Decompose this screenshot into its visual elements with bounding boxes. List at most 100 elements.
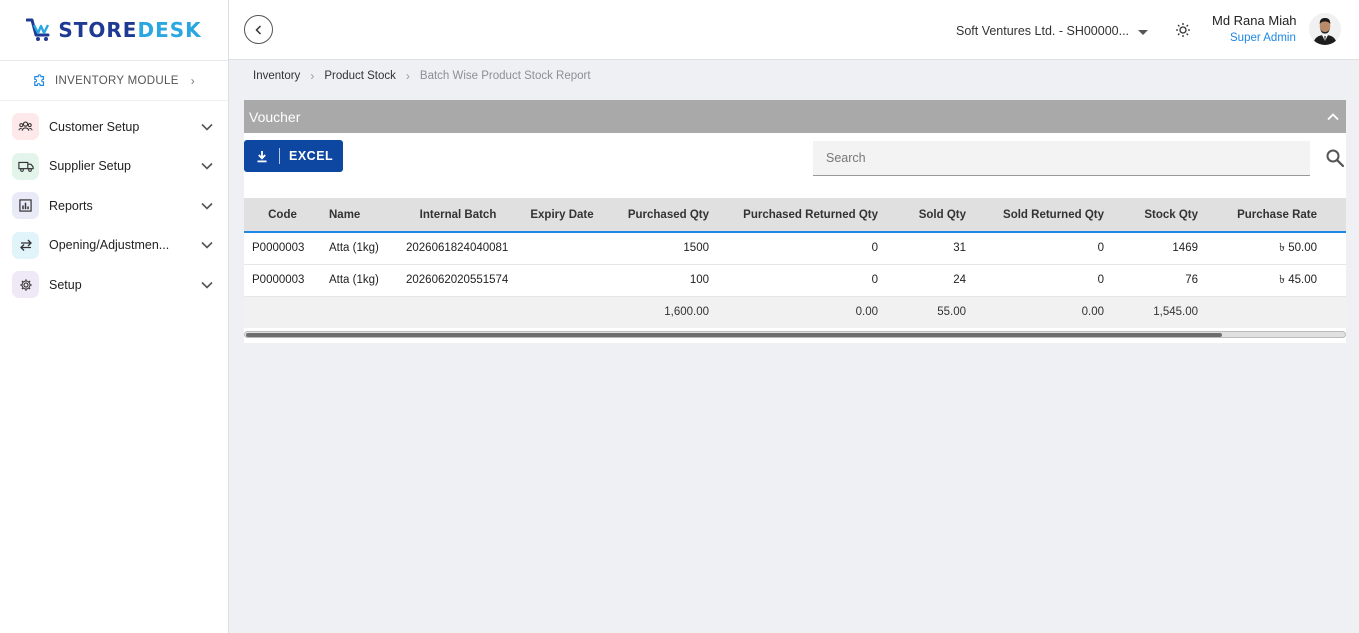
swap-icon bbox=[12, 231, 39, 259]
sidebar-item-reports[interactable]: Reports bbox=[0, 186, 228, 226]
sidebar-item-label: Opening/Adjustmen... bbox=[49, 238, 170, 253]
cell-stock-qty: 1469 bbox=[1172, 242, 1198, 255]
voucher-card: Voucher EXCEL Code Name Internal Batch E… bbox=[244, 100, 1346, 343]
cell-spacer bbox=[1325, 232, 1346, 264]
column-header-sold-returned-qty[interactable]: Sold Returned Qty bbox=[974, 198, 1112, 232]
user-name: Md Rana Miah bbox=[1212, 13, 1297, 28]
sidebar-item-label: Reports bbox=[49, 198, 93, 213]
card-title: Voucher bbox=[249, 108, 301, 125]
breadcrumb: Inventory › Product Stock › Batch Wise P… bbox=[253, 69, 591, 83]
cell-expiry-date bbox=[518, 264, 606, 296]
column-header-sold-qty[interactable]: Sold Qty bbox=[886, 198, 974, 232]
gear-icon bbox=[12, 271, 39, 299]
logo-area: STOREDESK bbox=[0, 0, 228, 61]
excel-label: EXCEL bbox=[289, 149, 334, 163]
sidebar: STOREDESK INVENTORY MODULE › Customer Se… bbox=[0, 0, 229, 633]
table-row[interactable]: P0000003 Atta (1kg) 2026062020551574 100… bbox=[244, 264, 1346, 296]
sidebar-item-supplier-setup[interactable]: Supplier Setup bbox=[0, 147, 228, 187]
breadcrumb-current: Batch Wise Product Stock Report bbox=[419, 70, 591, 82]
column-header-name[interactable]: Name bbox=[321, 198, 398, 232]
search-input[interactable] bbox=[813, 141, 1310, 176]
caret-down-icon[interactable] bbox=[1138, 30, 1148, 35]
chevron-down-icon bbox=[200, 199, 214, 213]
column-header-purchased-qty[interactable]: Purchased Qty bbox=[606, 198, 717, 232]
column-header-purchase-rate[interactable]: Purchase Rate bbox=[1206, 198, 1325, 232]
avatar[interactable] bbox=[1309, 13, 1341, 45]
cell-purchased-returned-qty: 0 bbox=[871, 242, 878, 255]
cell-sold-returned-qty: 0 bbox=[1097, 242, 1104, 255]
cell-purchase-rate: ৳ 50.00 bbox=[1279, 241, 1317, 254]
chevron-down-icon bbox=[200, 159, 214, 173]
column-header-purchased-returned-qty[interactable]: Purchased Returned Qty bbox=[717, 198, 886, 232]
cell-purchase-rate: ৳ 45.00 bbox=[1279, 273, 1317, 286]
excel-export-button[interactable]: EXCEL bbox=[244, 140, 343, 172]
chevron-left-icon bbox=[254, 24, 261, 35]
cell-internal-batch: 2026061824040081 bbox=[406, 242, 509, 255]
chevron-right-icon: › bbox=[405, 69, 410, 83]
table-header-row: Code Name Internal Batch Expiry Date Pur… bbox=[244, 198, 1346, 232]
cell-code: P0000003 bbox=[252, 274, 305, 286]
cell-spacer bbox=[1325, 264, 1346, 296]
table-row[interactable]: P0000003 Atta (1kg) 2026061824040081 150… bbox=[244, 232, 1346, 264]
breadcrumb-product-stock[interactable]: Product Stock bbox=[324, 70, 396, 82]
chevron-down-icon bbox=[200, 120, 214, 134]
stock-table: Code Name Internal Batch Expiry Date Pur… bbox=[244, 198, 1346, 328]
column-header-internal-batch[interactable]: Internal Batch bbox=[398, 198, 518, 232]
total-purchased-returned-qty: 0.00 bbox=[855, 306, 878, 319]
card-header: Voucher bbox=[244, 100, 1346, 133]
sidebar-item-customer-setup[interactable]: Customer Setup bbox=[0, 107, 228, 147]
chevron-down-icon bbox=[200, 278, 214, 292]
storedesk-logo[interactable]: STOREDESK bbox=[26, 17, 201, 43]
cart-logo-icon bbox=[26, 18, 50, 41]
truck-icon bbox=[12, 152, 39, 180]
chevron-right-icon: › bbox=[310, 69, 315, 83]
cell-stock-qty: 76 bbox=[1185, 274, 1198, 286]
collapse-button[interactable] bbox=[1325, 109, 1341, 125]
cell-purchased-qty: 100 bbox=[689, 274, 709, 286]
puzzle-icon bbox=[34, 73, 45, 86]
download-icon bbox=[244, 148, 280, 164]
company-selector[interactable]: Soft Ventures Ltd. - SH00000... bbox=[956, 24, 1129, 38]
cell-code: P0000003 bbox=[252, 242, 305, 255]
total-spacer bbox=[1325, 296, 1346, 328]
total-expiry-date bbox=[518, 296, 606, 328]
total-code bbox=[244, 296, 321, 328]
cell-expiry-date bbox=[518, 232, 606, 264]
sidebar-item-label: Supplier Setup bbox=[49, 159, 132, 174]
column-header-stock-qty[interactable]: Stock Qty bbox=[1112, 198, 1206, 232]
module-switcher[interactable]: INVENTORY MODULE › bbox=[0, 61, 228, 101]
column-header-spacer bbox=[1325, 198, 1346, 232]
sidebar-item-label: Customer Setup bbox=[49, 119, 140, 134]
cell-internal-batch: 2026062020551574 bbox=[406, 274, 509, 286]
total-purchased-qty: 1,600.00 bbox=[664, 306, 709, 319]
search-icon[interactable] bbox=[1325, 148, 1345, 168]
total-name bbox=[321, 296, 398, 328]
users-icon bbox=[12, 113, 39, 141]
column-header-expiry-date[interactable]: Expiry Date bbox=[518, 198, 606, 232]
chevron-down-icon bbox=[200, 238, 214, 252]
cell-purchased-returned-qty: 0 bbox=[871, 274, 878, 286]
cell-sold-qty: 31 bbox=[953, 242, 966, 255]
totals-row: 1,600.00 0.00 55.00 0.00 1,545.00 bbox=[244, 296, 1346, 328]
user-role: Super Admin bbox=[1230, 32, 1296, 44]
module-label: INVENTORY MODULE bbox=[55, 74, 179, 87]
column-header-code[interactable]: Code bbox=[244, 198, 321, 232]
total-sold-qty: 55.00 bbox=[937, 306, 966, 319]
cell-sold-returned-qty: 0 bbox=[1097, 274, 1104, 286]
cell-name: Atta (1kg) bbox=[329, 274, 379, 286]
sun-icon[interactable] bbox=[1175, 22, 1191, 38]
scrollbar-thumb[interactable] bbox=[246, 333, 1222, 337]
sidebar-menu: Customer Setup Supplier Setup Reports Op… bbox=[0, 101, 228, 305]
logo-text: STOREDESK bbox=[58, 18, 202, 42]
back-button[interactable] bbox=[244, 15, 273, 44]
breadcrumb-inventory[interactable]: Inventory bbox=[253, 70, 300, 82]
horizontal-scrollbar[interactable] bbox=[244, 331, 1346, 338]
sidebar-item-setup[interactable]: Setup bbox=[0, 265, 228, 305]
total-sold-returned-qty: 0.00 bbox=[1081, 306, 1104, 319]
chart-icon bbox=[12, 192, 39, 220]
chevron-right-icon: › bbox=[190, 73, 195, 88]
chevron-up-icon bbox=[1327, 112, 1339, 120]
sidebar-item-opening-adjustment[interactable]: Opening/Adjustmen... bbox=[0, 226, 228, 266]
total-purchase-rate bbox=[1206, 296, 1325, 328]
total-stock-qty: 1,545.00 bbox=[1153, 306, 1198, 319]
